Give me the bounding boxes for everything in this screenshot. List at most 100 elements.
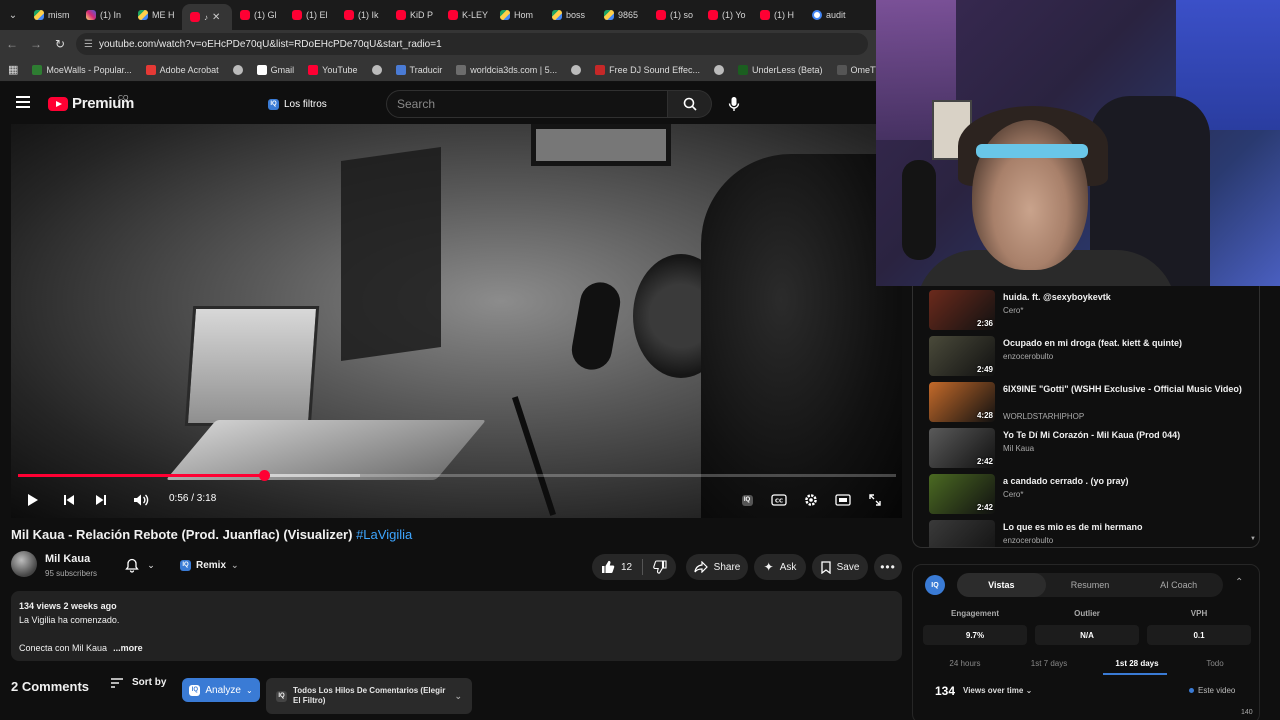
speaker-icon[interactable]: ♪ <box>204 13 208 22</box>
dislike-button[interactable] <box>653 560 667 574</box>
playlist-item[interactable]: 4:28 6IX9INE "Gotti" (WSHH Exclusive - Of… <box>929 382 1249 428</box>
url-omnibox[interactable]: ☰ youtube.com/watch?v=oEHcPDe70qU&list=R… <box>76 33 868 55</box>
back-arrow-icon[interactable]: ← <box>0 30 24 58</box>
remix-button[interactable]: IQ Remix ⌄ <box>172 553 247 577</box>
remix-label: Remix <box>196 559 227 571</box>
apps-grid-icon[interactable]: ▦ <box>8 63 18 76</box>
globe-icon[interactable] <box>714 64 724 75</box>
bookmark-label: UnderLess (Beta) <box>752 64 823 75</box>
forward-arrow-icon[interactable]: → <box>24 30 48 58</box>
bookmark-item[interactable]: UnderLess (Beta) <box>738 64 823 75</box>
video-player[interactable]: 0:56 / 3:18 IQ CC <box>11 124 902 518</box>
browser-tab[interactable]: (1) Yo <box>700 0 752 30</box>
bookmark-favicon-icon <box>836 64 847 75</box>
range-24-hours[interactable]: 24 hours <box>927 659 1003 668</box>
browser-tab[interactable]: ME H <box>130 0 182 30</box>
tab-search-chevron-icon[interactable]: ⌄ <box>0 0 26 30</box>
ask-button[interactable]: ✦ Ask <box>754 554 806 580</box>
playlist-item[interactable]: 2:49 Ocupado en mi droga (feat. kiett & q… <box>929 336 1249 382</box>
menu-icon[interactable] <box>16 96 30 108</box>
bookmark-item[interactable]: Free DJ Sound Effec... <box>595 64 700 75</box>
next-button[interactable] <box>89 486 113 514</box>
hashtag-link[interactable]: #LaVigilia <box>356 527 412 542</box>
globe-icon[interactable] <box>371 64 382 75</box>
playlist-thumbnail[interactable]: 4:28 <box>929 382 995 422</box>
bookmark-item[interactable]: Traducir <box>395 64 442 75</box>
tab-resumen[interactable]: Resumen <box>1046 573 1135 597</box>
scroll-down-arrow-icon[interactable]: ▼ <box>1250 536 1256 542</box>
playlist-thumbnail[interactable]: 2:36 <box>929 290 995 330</box>
globe-icon[interactable] <box>232 64 243 75</box>
playlist-item[interactable]: 2:42 a candado cerrado . (yo pray) Cero* <box>929 474 1249 520</box>
browser-tab[interactable]: mism <box>26 0 78 30</box>
browser-tab[interactable]: audit <box>804 0 860 30</box>
show-more-link[interactable]: ...more <box>113 643 143 653</box>
notification-bell-button[interactable]: ⌄ <box>114 553 166 577</box>
tab-vistas[interactable]: Vistas <box>957 573 1046 597</box>
browser-tab[interactable]: Hom <box>492 0 544 30</box>
tab-label: ME H <box>152 10 175 20</box>
browser-tab[interactable]: 9865 <box>596 0 648 30</box>
playlist-thumbnail[interactable] <box>929 520 995 547</box>
description-box[interactable]: 134 views 2 weeks ago La Vigilia ha come… <box>11 591 902 661</box>
bookmark-item[interactable]: Gmail <box>256 64 294 75</box>
browser-tab[interactable]: (1) Ik <box>336 0 388 30</box>
bookmark-item[interactable]: worldcia3ds.com | 5... <box>456 64 557 75</box>
analyze-button[interactable]: IQ Analyze ⌄ <box>182 678 260 702</box>
iq-player-button[interactable]: IQ <box>735 486 759 514</box>
sort-by-button[interactable]: Sort by <box>110 677 166 688</box>
progress-bar[interactable] <box>18 470 896 481</box>
settings-button[interactable] <box>799 486 823 514</box>
more-actions-button[interactable]: ••• <box>874 554 902 580</box>
browser-tab[interactable]: boss <box>544 0 596 30</box>
comments-count: 2 Comments <box>11 679 90 694</box>
bookmark-item[interactable]: Adobe Acrobat <box>145 64 219 75</box>
globe-icon[interactable] <box>571 64 582 75</box>
comment-thread-filter-select[interactable]: IQ Todos Los Hilos De Comentarios (Elegi… <box>266 678 472 714</box>
channel-avatar[interactable] <box>11 551 37 577</box>
browser-tab[interactable]: (1) In <box>78 0 130 30</box>
progress-scrubber-handle[interactable] <box>258 470 270 481</box>
browser-tab[interactable]: K-LEY <box>440 0 492 30</box>
range-first-7-days[interactable]: 1st 7 days <box>1011 659 1087 668</box>
los-filtros-button[interactable]: IQ Los filtros <box>262 94 333 114</box>
chevron-up-icon[interactable]: ⌃ <box>1235 577 1243 588</box>
save-button[interactable]: Save <box>812 554 868 580</box>
like-button[interactable]: 12 <box>601 560 632 574</box>
range-first-28-days[interactable]: 1st 28 days <box>1099 659 1175 668</box>
bookmark-favicon-icon <box>395 64 406 75</box>
browser-tab[interactable]: KiD P <box>388 0 440 30</box>
playlist-item[interactable]: 2:42 Yo Te Dí Mi Corazón - Mil Kaua (Prod… <box>929 428 1249 474</box>
channel-name[interactable]: Mil Kaua <box>45 553 90 565</box>
volume-button[interactable] <box>129 486 153 514</box>
share-icon <box>694 561 708 573</box>
range-todo[interactable]: Todo <box>1177 659 1253 668</box>
playlist-item[interactable]: 2:36 huida. ft. @sexyboykevtk Cero* <box>929 290 1249 336</box>
browser-tab[interactable]: ♪ ✕ <box>182 4 232 30</box>
browser-tab[interactable]: (1) H <box>752 0 804 30</box>
views-over-time-select[interactable]: Views over time ⌄ <box>963 686 1032 695</box>
fullscreen-button[interactable] <box>863 486 887 514</box>
theater-mode-button[interactable] <box>831 486 855 514</box>
playlist-item[interactable]: Lo que es mio es de mi hermano enzocerobu… <box>929 520 1249 547</box>
site-info-icon[interactable]: ☰ <box>84 39 93 50</box>
captions-button[interactable]: CC <box>767 486 791 514</box>
browser-tab[interactable]: (1) Gl <box>232 0 284 30</box>
voice-search-button[interactable] <box>720 90 748 118</box>
search-input[interactable]: Search <box>386 90 668 118</box>
playlist-thumbnail[interactable]: 2:42 <box>929 474 995 514</box>
url-text: youtube.com/watch?v=oEHcPDe70qU&list=RDo… <box>98 38 442 50</box>
browser-tab[interactable]: (1) so <box>648 0 700 30</box>
share-button[interactable]: Share <box>686 554 748 580</box>
bookmark-item[interactable]: MoeWalls - Popular... <box>32 64 132 75</box>
reload-icon[interactable]: ↻ <box>48 30 72 58</box>
playlist-thumbnail[interactable]: 2:49 <box>929 336 995 376</box>
bookmark-item[interactable]: YouTube <box>308 64 358 75</box>
playlist-thumbnail[interactable]: 2:42 <box>929 428 995 468</box>
search-button[interactable] <box>668 90 712 118</box>
tab-ai-coach[interactable]: AI Coach <box>1134 573 1223 597</box>
play-button[interactable] <box>21 486 45 514</box>
browser-tab[interactable]: (1) El <box>284 0 336 30</box>
close-tab-icon[interactable]: ✕ <box>212 12 220 23</box>
previous-button[interactable] <box>57 486 81 514</box>
